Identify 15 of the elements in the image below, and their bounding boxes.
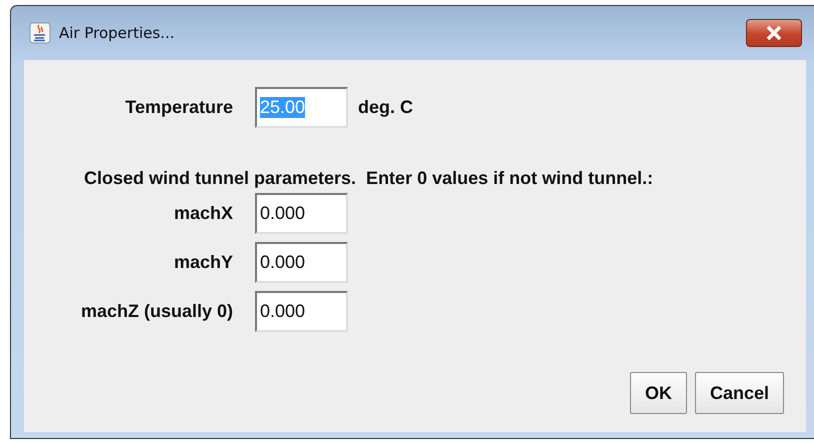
field-label: machZ (usually 0) — [80, 301, 233, 322]
section-heading: Closed wind tunnel parameters. Enter 0 values if not wind tunnel.: — [84, 168, 654, 189]
number-field[interactable]: 0.000 — [255, 193, 348, 234]
number-field[interactable]: 0.000 — [255, 242, 348, 283]
field-label: Temperature — [125, 97, 233, 118]
unit-label: deg. C — [358, 97, 414, 118]
window-title: Air Properties... — [59, 24, 174, 42]
dialog-button[interactable]: OK — [630, 372, 687, 414]
close-icon — [764, 25, 784, 41]
field-label: machY — [174, 252, 233, 273]
close-button[interactable] — [746, 19, 802, 47]
dialog-button[interactable]: Cancel — [694, 372, 784, 414]
number-field[interactable]: 0.000 — [255, 291, 348, 332]
field-label: machX — [174, 203, 233, 224]
java-cup-icon — [29, 22, 51, 44]
